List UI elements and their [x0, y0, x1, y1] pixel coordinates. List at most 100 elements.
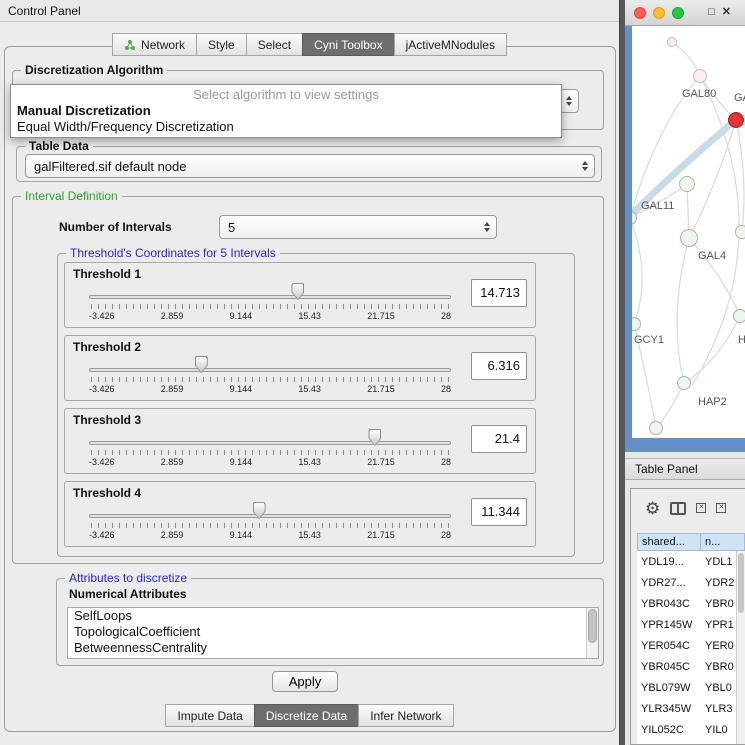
table-data-combo[interactable]: galFiltered.sif default node	[25, 154, 595, 178]
table-data-combo-value: galFiltered.sif default node	[34, 159, 186, 174]
threshold-slider[interactable]: -3.4262.8599.14415.4321.71528	[89, 281, 451, 327]
column-header-name[interactable]: n...	[701, 533, 745, 551]
table-row[interactable]: YBR045CYBR0	[637, 656, 736, 677]
slider-ticks	[91, 523, 449, 528]
table-row[interactable]: YLR345WYLR3	[637, 698, 736, 719]
combo-stepper-icon[interactable]	[582, 161, 588, 171]
unselect-all-columns-icon[interactable]: ✕	[716, 503, 726, 513]
threshold-panel-1: Threshold 1-3.4262.8599.14415.4321.71528…	[64, 262, 536, 328]
tab-style[interactable]: Style	[196, 33, 247, 56]
cell-shared-name: YPR145W	[637, 619, 701, 631]
threshold-panel-4: Threshold 4-3.4262.8599.14415.4321.71528…	[64, 481, 536, 547]
algorithm-dropdown-list: Select algorithm to view settings Manual…	[10, 84, 562, 138]
tab-label: Select	[258, 38, 291, 52]
mac-close-button[interactable]	[634, 7, 646, 19]
slider-track	[89, 514, 451, 518]
table-toolbar: ⚙ ✕ ✕	[631, 489, 745, 527]
number-of-intervals-combo[interactable]: 5	[219, 215, 497, 239]
screen: Control Panel NetworkStyle Select Cyni Too…	[0, 0, 745, 745]
combo-stepper-icon[interactable]	[566, 96, 572, 106]
control-panel-titlebar: Control Panel	[0, 0, 619, 22]
attribute-item[interactable]: SelfLoops	[68, 608, 598, 624]
float-icon[interactable]: □	[708, 7, 715, 18]
apply-button[interactable]: Apply	[272, 671, 338, 692]
scale-label: 2.859	[161, 384, 184, 394]
dropdown-option-placeholder[interactable]: Select algorithm to view settings	[11, 87, 561, 103]
attribute-item[interactable]: BetweennessCentrality	[68, 640, 598, 656]
threshold-value-field[interactable]: 11.344	[471, 498, 527, 526]
dropdown-option-equal-width-frequency[interactable]: Equal Width/Frequency Discretization	[11, 119, 561, 135]
table-row[interactable]: YDL19...YDL1	[637, 551, 736, 572]
column-header-shared-name[interactable]: shared...	[637, 533, 701, 551]
attributes-group: Attributes to discretize Numerical Attri…	[56, 578, 604, 666]
control-panel-title: Control Panel	[8, 4, 81, 18]
tab-select[interactable]: Select	[246, 33, 303, 56]
table-row[interactable]: YPR145WYPR1	[637, 614, 736, 635]
tab-cyni-toolbox[interactable]: Cyni Toolbox	[302, 33, 394, 56]
table-panel: ⚙ ✕ ✕ shared... n... YDL19...YDL1YDR27..…	[630, 488, 745, 745]
close-icon[interactable]: ✕	[722, 7, 731, 18]
discretization-algorithm-group-title: Discretization Algorithm	[21, 63, 167, 77]
numerical-attributes-list[interactable]: SelfLoopsTopologicalCoefficientBetweenne…	[67, 607, 599, 659]
control-panel-tab-bar: NetworkStyle Select Cyni Toolbox jActiveMNo…	[0, 33, 620, 56]
attribute-item[interactable]: TopologicalCoefficient	[68, 624, 598, 640]
scale-label: 9.144	[230, 384, 253, 394]
mode-tab-infer-network[interactable]: Infer Network	[358, 704, 453, 727]
network-node[interactable]	[680, 229, 698, 247]
network-node-selected[interactable]	[728, 112, 744, 128]
cell-shared-name: YDL19...	[637, 556, 701, 568]
threshold-value-field[interactable]: 6.316	[471, 352, 527, 380]
combo-stepper-icon[interactable]	[484, 222, 490, 232]
scrollbar-thumb[interactable]	[738, 553, 744, 613]
table-panel-title: Table Panel	[635, 462, 698, 476]
threshold-slider[interactable]: -3.4262.8599.14415.4321.71528	[89, 427, 451, 473]
scale-label: 15.43	[298, 384, 321, 394]
network-node[interactable]	[649, 421, 663, 435]
table-header-row: shared... n...	[637, 533, 745, 551]
table-row[interactable]: YER054CYER0	[637, 635, 736, 656]
gear-icon[interactable]: ⚙	[645, 500, 660, 517]
scale-label: 28	[441, 530, 451, 540]
mac-zoom-button[interactable]	[672, 7, 684, 19]
threshold-value-field[interactable]: 21.4	[471, 425, 527, 453]
table-scrollbar[interactable]	[736, 551, 745, 744]
tab-label: Cyni Toolbox	[314, 38, 382, 52]
network-node-label: GA	[734, 92, 745, 104]
network-node[interactable]	[667, 37, 677, 47]
mac-minimize-button[interactable]	[653, 7, 665, 19]
number-of-intervals-value: 5	[228, 220, 235, 235]
threshold-slider[interactable]: -3.4262.8599.14415.4321.71528	[89, 354, 451, 400]
threshold-label: Threshold 4	[73, 486, 141, 500]
tab-label: Discretize Data	[266, 709, 347, 723]
list-scrollbar[interactable]	[586, 608, 598, 658]
scale-label: 2.859	[161, 530, 184, 540]
network-node[interactable]	[735, 225, 745, 239]
table-data-group-title: Table Data	[25, 139, 93, 153]
network-node[interactable]	[679, 176, 695, 192]
columns-icon[interactable]	[670, 502, 686, 515]
network-canvas[interactable]: GAL80GAGAL11GAL4GCY1HHAP2	[632, 26, 745, 438]
select-all-columns-icon[interactable]: ✕	[696, 503, 706, 513]
mode-tab-bar: Impute Data Discretize Data Infer Network	[0, 704, 620, 727]
mode-tab-discretize-data[interactable]: Discretize Data	[254, 704, 359, 727]
table-body: YDL19...YDL1YDR27...YDR2YBR043CYBR0YPR14…	[637, 551, 736, 744]
network-node[interactable]	[677, 376, 691, 390]
threshold-value-field[interactable]: 14.713	[471, 279, 527, 307]
network-node[interactable]	[693, 69, 707, 83]
table-row[interactable]: YBR043CYBR0	[637, 593, 736, 614]
tab-network[interactable]: Network	[112, 33, 197, 56]
network-node[interactable]	[733, 309, 745, 323]
table-row[interactable]: YDR27...YDR2	[637, 572, 736, 593]
interval-definition-group-title: Interval Definition	[21, 189, 122, 203]
mode-tab-impute-data[interactable]: Impute Data	[165, 704, 254, 727]
threshold-slider[interactable]: -3.4262.8599.14415.4321.71528	[89, 500, 451, 546]
network-node-label: GCY1	[634, 334, 664, 346]
cell-name: YDL1	[701, 556, 736, 568]
cell-shared-name: YBL079W	[637, 682, 701, 694]
table-row[interactable]: YBL079WYBL0	[637, 677, 736, 698]
tab-label: jActiveMNodules	[406, 38, 495, 52]
dropdown-option-manual-discretization[interactable]: Manual Discretization	[11, 103, 561, 119]
table-row[interactable]: YIL052CYIL0	[637, 719, 736, 740]
scrollbar-thumb[interactable]	[588, 609, 597, 643]
tab-jactivemnodules[interactable]: jActiveMNodules	[394, 33, 507, 56]
